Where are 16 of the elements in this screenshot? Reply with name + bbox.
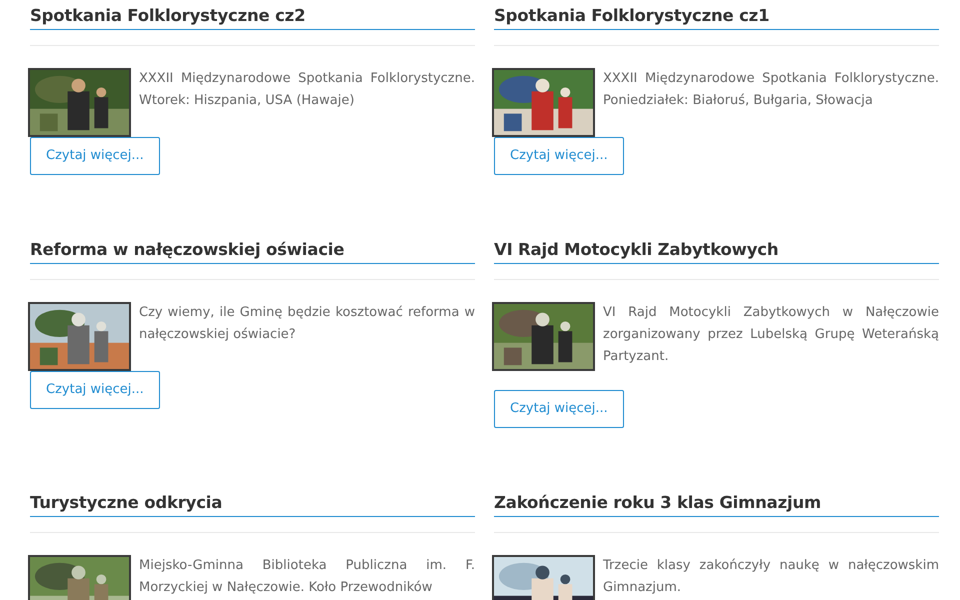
read-more-button[interactable]: Czytaj więcej... <box>494 390 624 428</box>
article-title[interactable]: Spotkania Folklorystyczne cz2 <box>30 4 475 30</box>
read-more-button[interactable]: Czytaj więcej... <box>494 137 624 175</box>
article-title[interactable]: Reforma w nałęczowskiej oświacie <box>30 238 475 264</box>
article-intro: Czy wiemy, ile Gminę będzie kosztować reforma w nałęczowskiej oświacie? <box>139 304 475 344</box>
read-more-button[interactable]: Czytaj więcej... <box>30 137 160 175</box>
article-title[interactable]: Turystyczne odkrycia <box>30 491 475 517</box>
article-title[interactable]: Zakończenie roku 3 klas Gimnazjum <box>494 491 939 517</box>
read-more-button[interactable]: Czytaj więcej... <box>30 371 160 409</box>
article-intro: Miejsko-Gminna Biblioteka Publiczna im. F. Morzyckiej w Nałęczowie. Koło Przewodników <box>139 557 475 597</box>
article-intro: VI Rajd Motocykli Zabytkowych w Nałęczowie zorganizowany przez Lubelską Grupę Weterańską Partyzant. <box>603 304 939 366</box>
article-title[interactable]: VI Rajd Motocykli Zabytkowych <box>494 238 939 264</box>
article-intro: Trzecie klasy zakończyły naukę w nałęczowskim Gimnazjum. <box>603 557 939 597</box>
article-intro: XXXII Międzynarodowe Spotkania Folklorystyczne. Poniedziałek: Białoruś, Bułgaria, Słowacja <box>603 70 939 110</box>
article-intro: XXXII Międzynarodowe Spotkania Folklorystyczne. Wtorek: Hiszpania, USA (Hawaje) <box>139 70 475 110</box>
article-title[interactable]: Spotkania Folklorystyczne cz1 <box>494 4 939 30</box>
